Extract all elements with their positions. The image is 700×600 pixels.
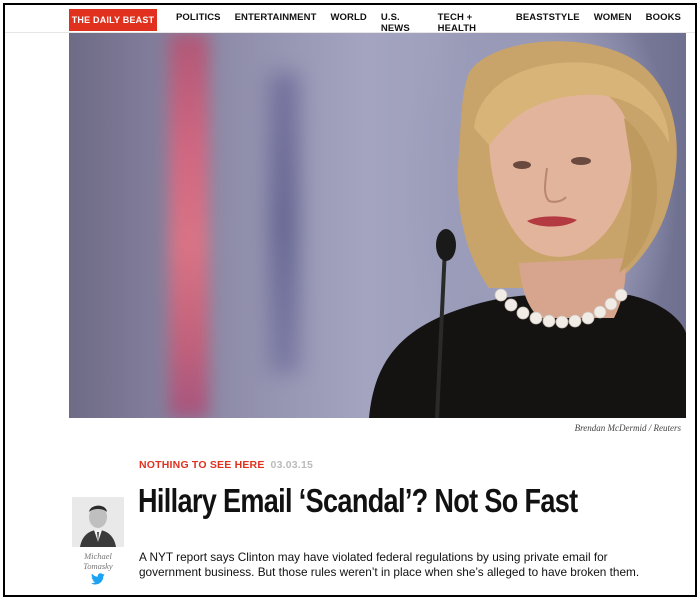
author-portrait <box>72 497 124 547</box>
top-navigation: THE DAILY BEAST POLITICS ENTERTAINMENT W… <box>5 5 695 34</box>
nav-item-entertainment[interactable]: ENTERTAINMENT <box>235 12 317 34</box>
nav-item-books[interactable]: BOOKS <box>646 12 681 34</box>
nav-item-tech-health[interactable]: TECH + HEALTH <box>438 12 502 34</box>
author-last-name: Tomasky <box>83 561 113 571</box>
twitter-icon[interactable] <box>91 573 105 585</box>
article-dek: A NYT report says Clinton may have viola… <box>139 550 640 579</box>
nav-item-world[interactable]: WORLD <box>330 12 366 34</box>
article-date: 03.03.15 <box>270 459 314 471</box>
nav-item-politics[interactable]: POLITICS <box>176 12 221 34</box>
article-headline[interactable]: Hillary Email ‘Scandal’? Not So Fast <box>138 483 581 519</box>
nav-item-women[interactable]: WOMEN <box>594 12 632 34</box>
site-logo[interactable]: THE DAILY BEAST <box>69 9 157 31</box>
author-first-name: Michael <box>84 551 112 561</box>
page-frame: THE DAILY BEAST POLITICS ENTERTAINMENT W… <box>3 3 697 597</box>
section-nav: POLITICS ENTERTAINMENT WORLD U.S. NEWS T… <box>176 12 695 34</box>
nav-item-beaststyle[interactable]: BEASTSTYLE <box>516 12 580 34</box>
author-byline[interactable]: Michael Tomasky <box>69 551 127 571</box>
speaker-illustration <box>369 41 686 418</box>
kicker-label[interactable]: NOTHING TO SEE HERE <box>139 459 265 471</box>
author-avatar[interactable] <box>72 497 124 547</box>
photo-credit: Brendan McDermid / Reuters <box>574 423 681 433</box>
nav-item-us-news[interactable]: U.S. NEWS <box>381 12 424 34</box>
article-kicker: NOTHING TO SEE HERE 03.03.15 <box>139 459 313 471</box>
hero-photo <box>69 33 686 418</box>
